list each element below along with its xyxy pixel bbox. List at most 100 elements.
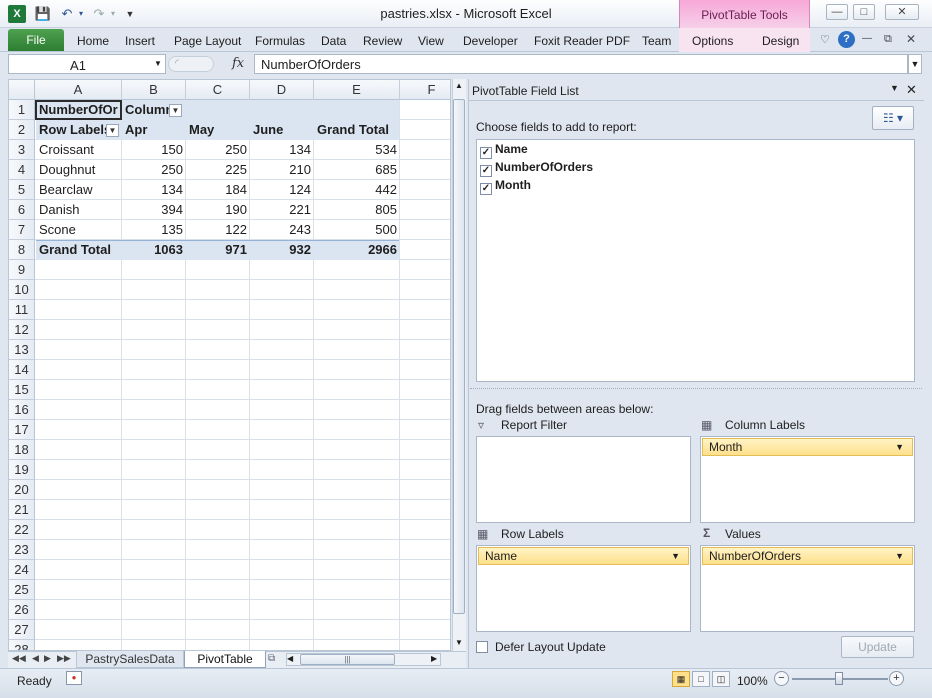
grand-total-header[interactable]: Grand Total bbox=[314, 120, 400, 140]
page-layout-view-icon[interactable]: □ bbox=[692, 671, 710, 687]
pivot-row-total[interactable]: 685 bbox=[314, 160, 400, 180]
tab-insert[interactable]: Insert bbox=[125, 34, 155, 48]
redo-dropdown-icon[interactable]: ▾ bbox=[108, 5, 118, 23]
zoom-level[interactable]: 100% bbox=[737, 674, 768, 688]
formula-resize-handle[interactable]: ◜ bbox=[168, 56, 214, 72]
report-filter-area[interactable] bbox=[476, 436, 691, 523]
file-tab[interactable]: File bbox=[8, 29, 64, 51]
workbook-close-icon[interactable]: ✕ bbox=[906, 32, 916, 46]
row-header[interactable]: 21 bbox=[9, 500, 35, 520]
checkbox-checked-icon[interactable]: ✓ bbox=[480, 183, 492, 195]
pane-splitter[interactable] bbox=[470, 388, 922, 392]
zoom-in-icon[interactable]: + bbox=[889, 671, 904, 686]
scroll-up-icon[interactable]: ▲ bbox=[452, 79, 466, 93]
column-header-e[interactable]: E bbox=[314, 80, 400, 100]
update-button[interactable]: Update bbox=[841, 636, 914, 658]
tab-page-layout[interactable]: Page Layout bbox=[174, 34, 241, 48]
grand-total-cell[interactable]: 932 bbox=[250, 240, 314, 260]
grand-total-label[interactable]: Grand Total bbox=[36, 240, 122, 260]
row-header[interactable]: 22 bbox=[9, 520, 35, 540]
pivot-cell[interactable]: 394 bbox=[122, 200, 186, 220]
row-header[interactable]: 5 bbox=[9, 180, 35, 200]
pivot-cell[interactable]: 243 bbox=[250, 220, 314, 240]
minimize-icon[interactable]: — bbox=[826, 4, 848, 20]
pivot-row-label[interactable]: Danish bbox=[36, 200, 122, 220]
row-header[interactable]: 19 bbox=[9, 460, 35, 480]
row-header[interactable]: 2 bbox=[9, 120, 35, 140]
minimize-ribbon-icon[interactable]: ♡ bbox=[820, 33, 830, 46]
zoom-slider-knob[interactable] bbox=[835, 672, 843, 685]
row-header[interactable]: 23 bbox=[9, 540, 35, 560]
scroll-left-icon[interactable]: ◀ bbox=[287, 654, 293, 663]
insert-sheet-icon[interactable]: ⧉ bbox=[268, 653, 275, 664]
field-month[interactable]: ✓ Month bbox=[480, 178, 531, 195]
field-list-close-icon[interactable]: ✕ bbox=[906, 82, 917, 98]
pivot-cell[interactable]: 134 bbox=[122, 180, 186, 200]
values-item[interactable]: NumberOfOrders ▼ bbox=[702, 547, 913, 565]
zoom-out-icon[interactable]: − bbox=[774, 671, 789, 686]
field-list-layout-button[interactable]: ☷ ▾ bbox=[872, 106, 914, 130]
select-all-corner[interactable] bbox=[9, 80, 35, 100]
column-header-f[interactable]: F bbox=[400, 80, 450, 100]
chevron-down-icon[interactable]: ▼ bbox=[671, 548, 680, 564]
workbook-restore-icon[interactable]: ⧉ bbox=[884, 33, 892, 46]
pivot-cell[interactable]: 250 bbox=[122, 160, 186, 180]
grand-total-overall[interactable]: 2966 bbox=[314, 240, 400, 260]
chevron-down-icon[interactable]: ▼ bbox=[895, 548, 904, 564]
column-labels-item[interactable]: Month ▼ bbox=[702, 438, 913, 456]
column-header-b[interactable]: B bbox=[122, 80, 186, 100]
tab-developer[interactable]: Developer bbox=[463, 34, 518, 48]
row-header[interactable]: 11 bbox=[9, 300, 35, 320]
row-labels-filter-icon[interactable]: ▼ bbox=[106, 123, 119, 138]
row-header[interactable]: 15 bbox=[9, 380, 35, 400]
horizontal-scroll-thumb[interactable]: ||| bbox=[300, 654, 395, 665]
tab-review[interactable]: Review bbox=[363, 34, 402, 48]
pivot-cell[interactable]: 250 bbox=[186, 140, 250, 160]
close-icon[interactable]: ✕ bbox=[885, 4, 919, 20]
row-header[interactable]: 3 bbox=[9, 140, 35, 160]
normal-view-icon[interactable]: ▦ bbox=[672, 671, 690, 687]
pivot-data-field[interactable]: NumberOfOr bbox=[36, 100, 122, 120]
checkbox-checked-icon[interactable]: ✓ bbox=[480, 165, 492, 177]
row-header[interactable]: 20 bbox=[9, 480, 35, 500]
page-break-preview-icon[interactable]: ◫ bbox=[712, 671, 730, 687]
pivot-cell[interactable]: 184 bbox=[186, 180, 250, 200]
first-sheet-icon[interactable]: ◀◀ bbox=[12, 653, 26, 664]
last-sheet-icon[interactable]: ▶▶ bbox=[57, 653, 71, 664]
row-header[interactable]: 28 bbox=[9, 640, 35, 650]
month-header-may[interactable]: May bbox=[186, 120, 250, 140]
save-icon[interactable]: 💾 bbox=[34, 5, 52, 23]
tab-formulas[interactable]: Formulas bbox=[255, 34, 305, 48]
name-box-dropdown-icon[interactable]: ▼ bbox=[154, 59, 162, 68]
row-header[interactable]: 13 bbox=[9, 340, 35, 360]
customize-qat-icon[interactable]: ▼ bbox=[124, 5, 136, 23]
maximize-icon[interactable]: □ bbox=[853, 4, 875, 20]
row-header[interactable]: 17 bbox=[9, 420, 35, 440]
scroll-right-icon[interactable]: ▶ bbox=[431, 654, 437, 663]
undo-dropdown-icon[interactable]: ▾ bbox=[76, 5, 86, 23]
prev-sheet-icon[interactable]: ◀ bbox=[32, 653, 39, 664]
tab-team[interactable]: Team bbox=[642, 34, 671, 48]
row-header[interactable]: 7 bbox=[9, 220, 35, 240]
pivot-row-label[interactable]: Croissant bbox=[36, 140, 122, 160]
row-header[interactable]: 8 bbox=[9, 240, 35, 260]
row-header[interactable]: 26 bbox=[9, 600, 35, 620]
row-header[interactable]: 14 bbox=[9, 360, 35, 380]
column-header-d[interactable]: D bbox=[250, 80, 314, 100]
chevron-down-icon[interactable]: ▼ bbox=[895, 439, 904, 455]
checkbox-checked-icon[interactable]: ✓ bbox=[480, 147, 492, 159]
field-list-options-icon[interactable]: ▼ bbox=[890, 83, 899, 93]
pivot-row-label[interactable]: Doughnut bbox=[36, 160, 122, 180]
worksheet-grid[interactable]: A B C D E F NumberOfOr Column ▼ Row Labe… bbox=[8, 79, 451, 651]
pivot-cell[interactable]: 225 bbox=[186, 160, 250, 180]
row-header[interactable]: 18 bbox=[9, 440, 35, 460]
undo-icon[interactable]: ↶ bbox=[58, 5, 76, 23]
row-header[interactable]: 27 bbox=[9, 620, 35, 640]
field-numberoforders[interactable]: ✓ NumberOfOrders bbox=[480, 160, 593, 177]
help-icon[interactable]: ? bbox=[838, 31, 855, 48]
pivot-cell[interactable]: 190 bbox=[186, 200, 250, 220]
row-header[interactable]: 6 bbox=[9, 200, 35, 220]
row-header[interactable]: 16 bbox=[9, 400, 35, 420]
grand-total-cell[interactable]: 1063 bbox=[122, 240, 186, 260]
row-header[interactable]: 12 bbox=[9, 320, 35, 340]
